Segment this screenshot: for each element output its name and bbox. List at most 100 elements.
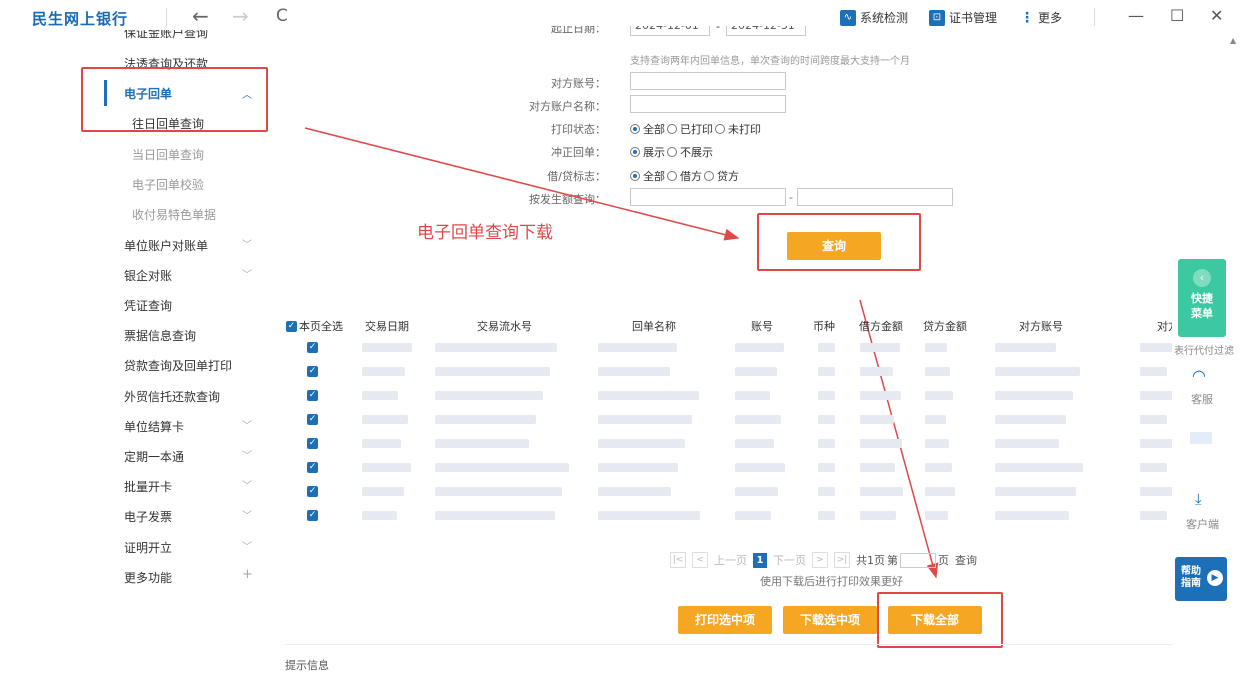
total-pages: 共1页 xyxy=(856,554,885,567)
next-page-button[interactable]: 下一页 xyxy=(773,552,806,568)
row-checkbox[interactable]: ✓ xyxy=(307,462,318,473)
download-selected-button[interactable]: 下载选中项 xyxy=(783,606,877,634)
last-page-button[interactable]: >| xyxy=(834,552,850,568)
goto-prefix: 第 xyxy=(887,554,898,567)
blurred-cell xyxy=(435,415,536,424)
blurred-cell xyxy=(598,487,671,496)
blurred-cell xyxy=(860,415,894,424)
col-debit: 借方金额 xyxy=(859,320,903,333)
blurred-cell xyxy=(435,439,529,448)
blurred-cell xyxy=(735,511,771,520)
blurred-cell xyxy=(362,511,397,520)
blurred-cell xyxy=(1140,439,1174,448)
blurred-cell xyxy=(925,367,950,376)
prev-page-button[interactable]: 上一页 xyxy=(714,552,747,568)
prev-arrow-button[interactable]: < xyxy=(692,552,708,568)
blurred-cell xyxy=(995,463,1083,472)
blurred-cell xyxy=(435,487,562,496)
client-label[interactable]: 客户端 xyxy=(1186,516,1219,532)
row-checkbox[interactable]: ✓ xyxy=(307,486,318,497)
first-page-button[interactable]: |< xyxy=(670,552,686,568)
blurred-cell xyxy=(362,439,401,448)
blurred-cell xyxy=(818,511,835,520)
goto-suffix: 页 xyxy=(938,554,949,567)
service-label[interactable]: 客服 xyxy=(1191,391,1213,407)
quick-menu-button[interactable]: ‹ 快捷 菜单 xyxy=(1178,259,1226,337)
blurred-cell xyxy=(925,487,955,496)
blurred-cell xyxy=(435,391,543,400)
bank-app-window: 民生网上银行 ← → C ∿ 系统检测 ⊡ 证书管理 ⋮ 更多 — ☐ ✕ 保证… xyxy=(0,0,1242,679)
blurred-cell xyxy=(860,511,896,520)
blurred-cell xyxy=(925,511,948,520)
blurred-cell xyxy=(598,391,699,400)
blurred-cell xyxy=(1140,463,1167,472)
blurred-cell xyxy=(598,463,678,472)
blurred-cell xyxy=(1140,415,1167,424)
blurred-cell xyxy=(995,391,1073,400)
goto-button[interactable]: 查询 xyxy=(955,552,977,568)
blurred-cell xyxy=(818,391,835,400)
col-date: 交易日期 xyxy=(365,320,409,333)
row-checkbox[interactable]: ✓ xyxy=(307,342,318,353)
blurred-cell xyxy=(860,439,902,448)
play-icon: ▶ xyxy=(1207,570,1223,586)
blurred-cell xyxy=(435,463,569,472)
headset-icon[interactable]: ◠ xyxy=(1192,366,1206,385)
row-checkbox[interactable]: ✓ xyxy=(307,510,318,521)
next-arrow-button[interactable]: > xyxy=(812,552,828,568)
print-selected-button[interactable]: 打印选中项 xyxy=(678,606,772,634)
blurred-cell xyxy=(818,463,835,472)
row-checkbox[interactable]: ✓ xyxy=(307,366,318,377)
blurred-cell xyxy=(735,415,781,424)
pager: |< < 上一页 1 下一页 > >| 共1页 第 页 查询 xyxy=(670,552,977,568)
col-currency: 币种 xyxy=(813,320,835,333)
col-serial: 交易流水号 xyxy=(477,320,532,333)
select-all-checkbox[interactable]: ✓ 本页全选 xyxy=(286,318,343,334)
info-label: 提示信息 xyxy=(285,659,329,672)
download-icon[interactable]: ⤓ xyxy=(1195,490,1202,508)
blurred-cell xyxy=(925,415,946,424)
blurred-cell xyxy=(925,391,953,400)
row-checkbox[interactable]: ✓ xyxy=(307,414,318,425)
help-guide-button[interactable]: 帮助 指南 ▶ xyxy=(1175,557,1227,601)
blurred-cell xyxy=(1140,487,1174,496)
chevron-left-icon: ‹ xyxy=(1193,269,1211,287)
blurred-cell xyxy=(735,439,774,448)
col-credit: 贷方金额 xyxy=(923,320,967,333)
blurred-cell xyxy=(1140,511,1167,520)
col-receipt-name: 回单名称 xyxy=(632,320,676,333)
current-page[interactable]: 1 xyxy=(753,552,767,568)
divider xyxy=(285,644,1225,645)
row-checkbox[interactable]: ✓ xyxy=(307,438,318,449)
col-counter-account: 对方账号 xyxy=(1019,320,1063,333)
blurred-cell xyxy=(735,343,784,352)
blurred-cell xyxy=(818,343,835,352)
blurred-cell xyxy=(1140,391,1174,400)
blurred-cell xyxy=(598,343,677,352)
goto-page-input[interactable] xyxy=(900,552,936,568)
blurred-cell xyxy=(925,463,952,472)
blurred-cell xyxy=(598,415,692,424)
blurred-cell xyxy=(735,463,785,472)
blurred-cell xyxy=(362,391,398,400)
blurred-cell xyxy=(818,487,835,496)
blurred-cell xyxy=(925,439,949,448)
arrow-to-query xyxy=(304,127,740,241)
blurred-cell xyxy=(818,415,835,424)
scroll-up-icon[interactable]: ▲ xyxy=(1230,36,1236,45)
blurred-cell xyxy=(362,487,404,496)
blurred-cell xyxy=(435,367,550,376)
check-icon: ✓ xyxy=(286,320,297,332)
blurred-cell xyxy=(925,343,947,352)
blurred-cell xyxy=(860,367,893,376)
blurred-cell xyxy=(598,367,670,376)
blurred-cell xyxy=(362,367,405,376)
row-checkbox[interactable]: ✓ xyxy=(307,390,318,401)
blurred-cell xyxy=(735,367,777,376)
blurred-cell xyxy=(362,463,411,472)
blurred-cell xyxy=(735,391,770,400)
blurred-cell xyxy=(598,511,700,520)
blurred-cell xyxy=(598,439,685,448)
blurred-cell xyxy=(735,487,778,496)
quick-menu-partial[interactable]: 表行代付过滤 xyxy=(1174,342,1242,357)
